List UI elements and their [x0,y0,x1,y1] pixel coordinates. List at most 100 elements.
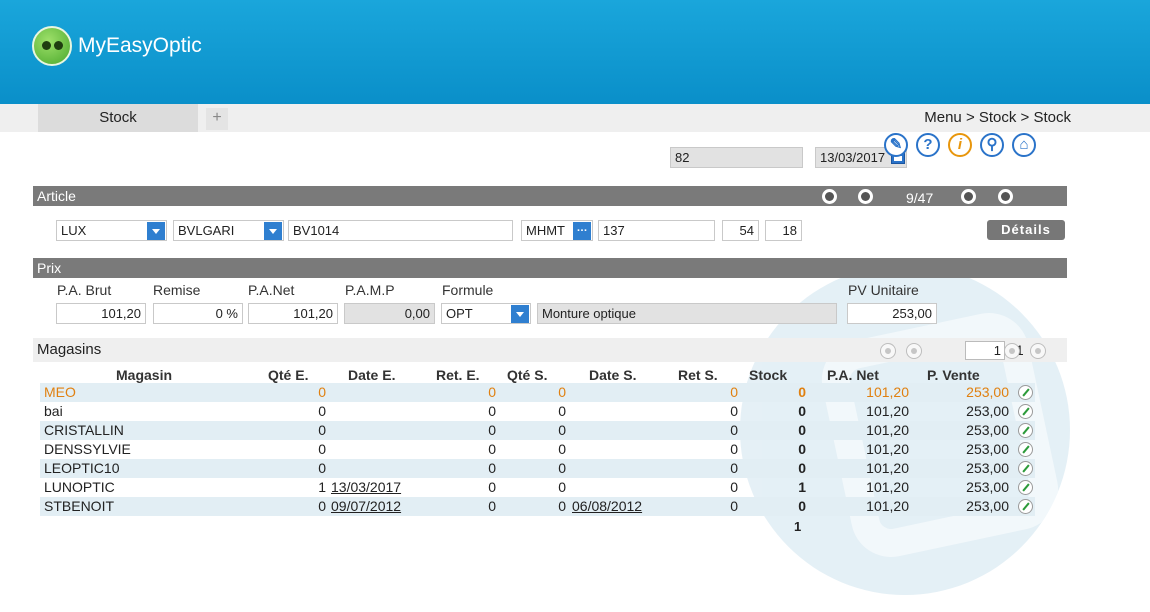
pa-brut-label: P.A. Brut [57,282,112,298]
cell-pa-net: 101,20 [866,441,909,457]
glasses-logo-icon[interactable] [32,26,72,66]
last-page-icon[interactable] [1030,343,1046,359]
tab-stock[interactable]: Stock [38,104,198,132]
pa-brut-field[interactable]: 101,20 [56,303,146,324]
col-qte-s[interactable]: Qté S. [507,367,547,383]
pv-unitaire-field[interactable]: 253,00 [847,303,937,324]
cell-pa-net: 101,20 [866,498,909,514]
cell-ret-s: 0 [730,384,738,400]
table-row[interactable]: DENSSYLVIE 0 0 0 0 0 101,20 253,00 [40,440,1035,459]
cell-ret-s: 0 [730,403,738,419]
edit-icon[interactable] [1018,499,1033,514]
table-row[interactable]: MEO 0 0 0 0 0 101,20 253,00 [40,383,1035,402]
prix-section-bar: Prix [33,258,1067,278]
remise-label: Remise [153,282,201,298]
table-row[interactable]: CRISTALLIN 0 0 0 0 0 101,20 253,00 [40,421,1035,440]
reference-field[interactable]: BV1014 [288,220,513,241]
next-record-icon[interactable] [961,189,976,204]
cell-p-vente: 253,00 [966,479,1009,495]
edit-icon[interactable] [1018,404,1033,419]
table-row[interactable]: LEOPTIC10 0 0 0 0 0 101,20 253,00 [40,459,1035,478]
col-date-s[interactable]: Date S. [589,367,636,383]
supplier-lookup-button[interactable]: … [573,222,591,240]
prix-title: Prix [37,260,62,276]
cell-ret-s: 0 [730,422,738,438]
add-tab-button[interactable]: + [206,108,228,130]
magasins-title: Magasins [37,341,102,358]
col-p-vente[interactable]: P. Vente [927,367,980,383]
cell-qte-s: 0 [558,479,566,495]
pa-net-label: P.A.Net [248,282,295,298]
cell-stock: 0 [798,460,806,476]
col-qte-e[interactable]: Qté E. [268,367,308,383]
remise-field[interactable]: 0 % [153,303,243,324]
col-ret-e[interactable]: Ret. E. [436,367,480,383]
first-record-icon[interactable] [822,189,837,204]
cell-date-s[interactable]: 06/08/2012 [572,497,642,516]
previous-record-icon[interactable] [858,189,873,204]
first-page-icon[interactable] [880,343,896,359]
cell-magasin: STBENOIT [44,498,115,514]
cell-ret-s: 0 [730,498,738,514]
table-row[interactable]: STBENOIT 0 09/07/2012 0 0 06/08/2012 0 0… [40,497,1035,516]
cell-qte-e: 0 [318,460,326,476]
cell-ret-e: 0 [488,441,496,457]
cell-stock: 0 [798,441,806,457]
cell-pa-net: 101,20 [866,384,909,400]
cell-p-vente: 253,00 [966,460,1009,476]
cell-p-vente: 253,00 [966,441,1009,457]
col-pa-net[interactable]: P.A. Net [827,367,879,383]
help-icon[interactable]: ? [916,133,940,157]
cell-ret-s: 0 [730,441,738,457]
formule-dropdown-icon[interactable] [511,305,529,323]
last-record-icon[interactable] [998,189,1013,204]
cell-p-vente: 253,00 [966,384,1009,400]
code-field[interactable]: 82 [670,147,803,168]
edit-icon[interactable] [1018,480,1033,495]
edit-icon[interactable] [1018,385,1033,400]
cell-pa-net: 101,20 [866,403,909,419]
col-ret-s[interactable]: Ret S. [678,367,718,383]
cell-magasin: LEOPTIC10 [44,460,120,476]
col-stock[interactable]: Stock [749,367,787,383]
type-dropdown-icon[interactable] [147,222,165,240]
cell-stock: 0 [798,403,806,419]
brand-dropdown-icon[interactable] [264,222,282,240]
table-row[interactable]: LUNOPTIC 1 13/03/2017 0 0 0 1 101,20 253… [40,478,1035,497]
cell-magasin: bai [44,403,63,419]
search-tool-icon[interactable]: ⚲ [980,133,1004,157]
previous-page-icon[interactable] [906,343,922,359]
cell-date-e[interactable]: 13/03/2017 [331,478,401,497]
page-input[interactable]: 1 [965,341,1005,360]
cell-ret-e: 0 [488,479,496,495]
col-magasin[interactable]: Magasin [116,367,172,383]
cell-qte-e: 0 [318,498,326,514]
home-icon[interactable]: ⌂ [1012,133,1036,157]
table-row[interactable]: bai 0 0 0 0 0 101,20 253,00 [40,402,1035,421]
cell-date-e[interactable]: 09/07/2012 [331,497,401,516]
edit-icon[interactable] [1018,442,1033,457]
color-field[interactable]: 137 [598,220,715,241]
edit-icon[interactable] [1018,461,1033,476]
cell-qte-s: 0 [558,403,566,419]
edit-icon[interactable] [1018,423,1033,438]
size2-field[interactable]: 18 [765,220,802,241]
next-page-icon[interactable] [1004,343,1020,359]
cell-qte-e: 0 [318,403,326,419]
col-date-e[interactable]: Date E. [348,367,395,383]
cell-qte-s: 0 [558,441,566,457]
record-counter: 9/47 [906,190,934,206]
pamp-label: P.A.M.P [345,282,395,298]
details-button[interactable]: Détails [987,220,1065,240]
cell-qte-e: 0 [318,384,326,400]
pv-unitaire-label: PV Unitaire [848,282,919,298]
info-icon[interactable]: i [948,133,972,157]
cell-magasin: CRISTALLIN [44,422,124,438]
pa-net-field[interactable]: 101,20 [248,303,338,324]
cell-ret-e: 0 [488,384,496,400]
pencil-edit-icon[interactable]: ✎ [884,133,908,157]
size1-field[interactable]: 54 [722,220,759,241]
tab-bar: Stock + Menu > Stock > Stock [0,104,1150,132]
breadcrumb: Menu > Stock > Stock [924,109,1071,126]
cell-pa-net: 101,20 [866,422,909,438]
